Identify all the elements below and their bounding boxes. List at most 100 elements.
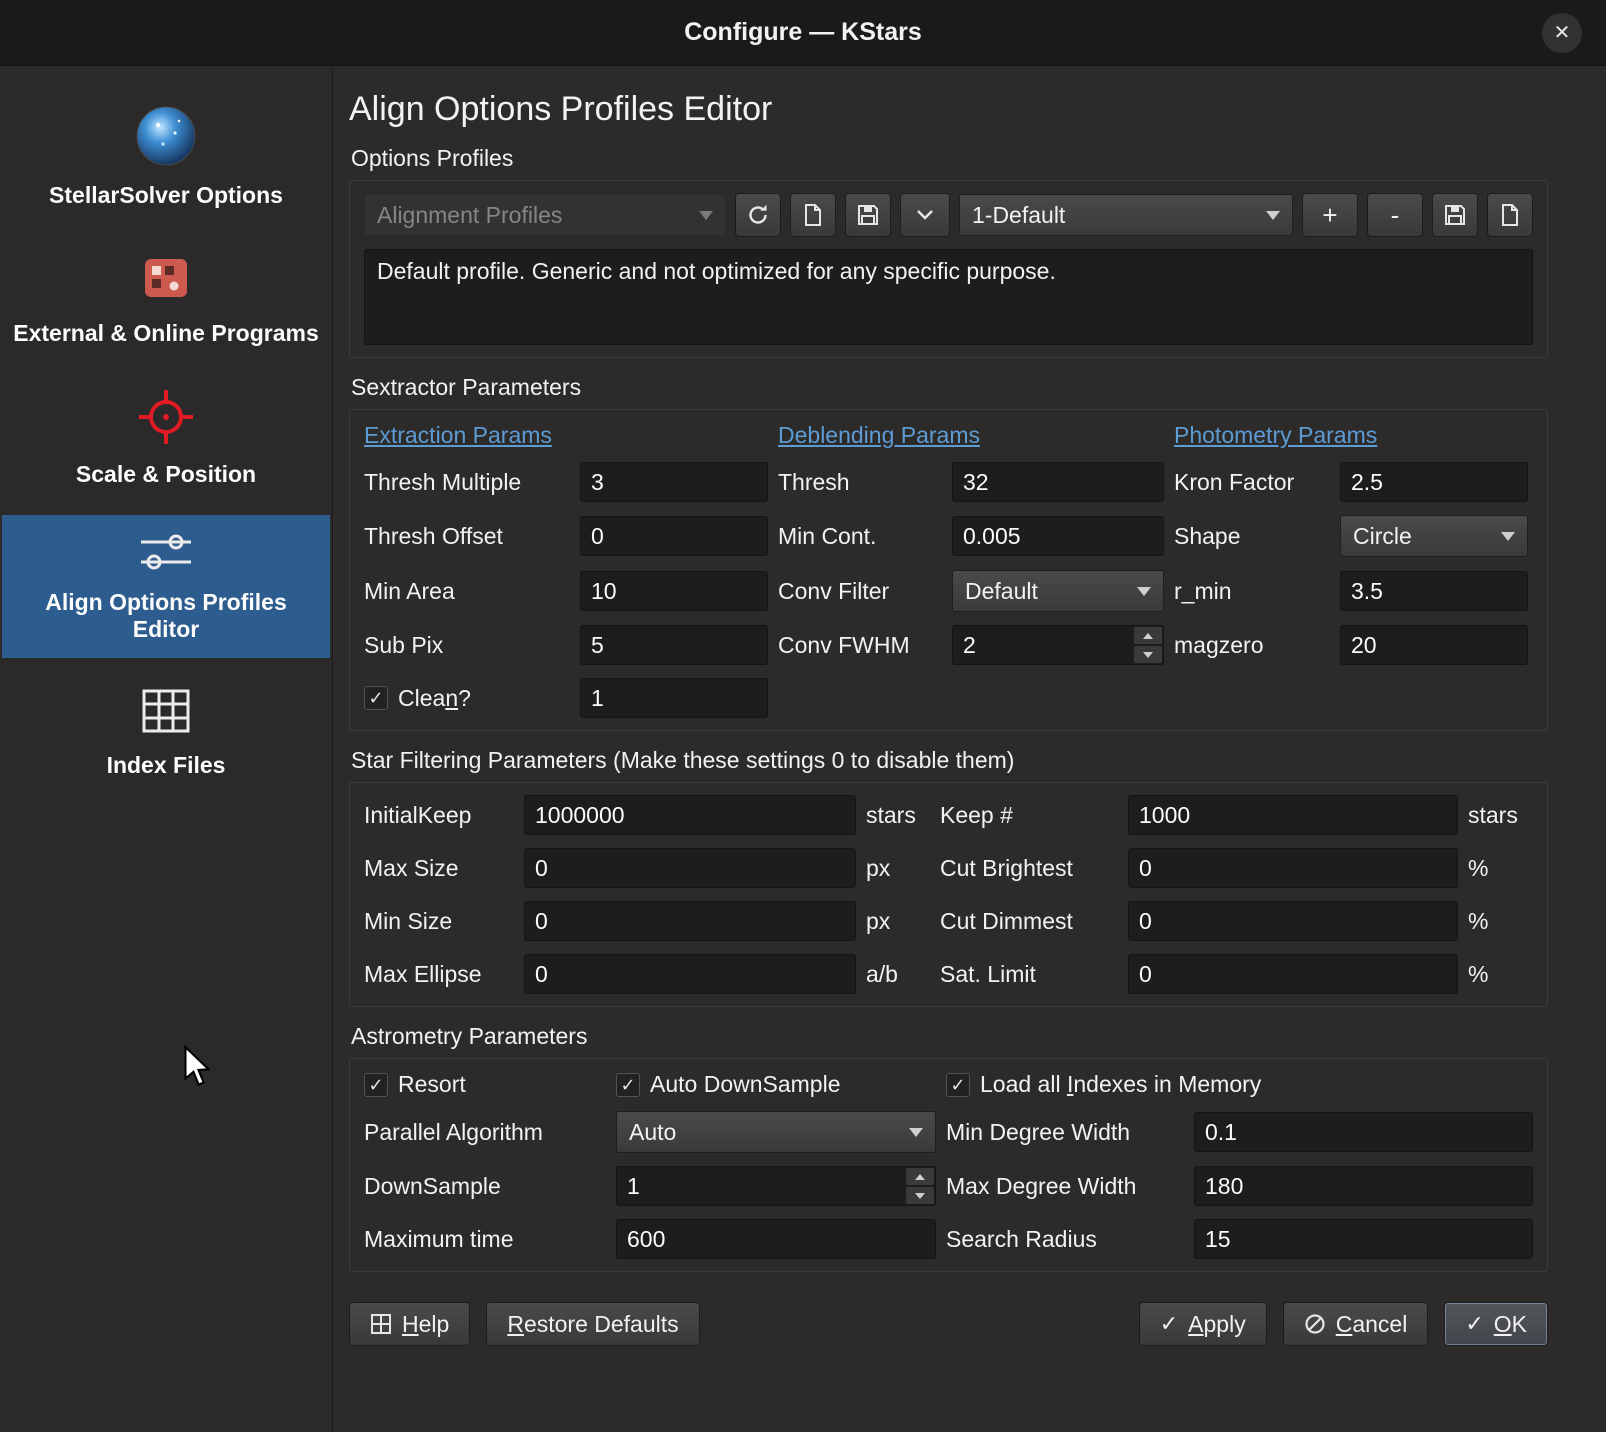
reload-profiles-button[interactable] bbox=[735, 193, 781, 237]
thresh-multiple-label: Thresh Multiple bbox=[364, 469, 570, 496]
check-icon: ✓ bbox=[620, 1076, 635, 1094]
save-icon bbox=[856, 203, 880, 227]
cut-brightest-unit: % bbox=[1468, 855, 1533, 882]
photometry-params-link[interactable]: Photometry Params bbox=[1174, 422, 1528, 449]
save-profiles-button[interactable] bbox=[845, 193, 891, 237]
close-button[interactable]: ✕ bbox=[1542, 13, 1582, 53]
sat-limit-unit: % bbox=[1468, 961, 1533, 988]
sidebar-item-stellarsolver-options[interactable]: StellarSolver Options bbox=[2, 90, 330, 224]
profile-select-combo[interactable]: 1-Default bbox=[959, 194, 1293, 236]
clean-label: Clean? bbox=[398, 685, 471, 712]
initial-keep-label: InitialKeep bbox=[364, 802, 514, 829]
spin-buttons bbox=[906, 1168, 934, 1204]
apply-button[interactable]: ✓ Apply bbox=[1139, 1302, 1267, 1346]
astrometry-grid: ✓ Resort ✓ Auto DownSample ✓ Load all In… bbox=[364, 1071, 1533, 1259]
resort-checkbox[interactable]: ✓ Resort bbox=[364, 1071, 606, 1098]
spin-down-icon[interactable] bbox=[906, 1187, 934, 1204]
sidebar: StellarSolver Options External & Online … bbox=[0, 66, 333, 1431]
grid-icon bbox=[139, 684, 193, 744]
load-all-indexes-checkbox[interactable]: ✓ Load all Indexes in Memory bbox=[946, 1071, 1533, 1098]
keep-num-input[interactable] bbox=[1128, 795, 1458, 835]
keep-num-unit: stars bbox=[1468, 802, 1533, 829]
profile-description[interactable]: Default profile. Generic and not optimiz… bbox=[364, 249, 1533, 345]
profile-toolbar: Alignment Profiles bbox=[364, 193, 1533, 237]
shape-combo[interactable]: Circle bbox=[1340, 515, 1528, 557]
spin-up-icon[interactable] bbox=[906, 1168, 934, 1185]
spin-down-icon[interactable] bbox=[1134, 646, 1162, 663]
checkbox-checked-icon: ✓ bbox=[946, 1073, 970, 1097]
search-radius-input[interactable] bbox=[1194, 1219, 1533, 1259]
sidebar-item-label: Scale & Position bbox=[76, 461, 256, 489]
min-cont-input[interactable] bbox=[952, 516, 1164, 556]
min-size-input[interactable] bbox=[524, 901, 856, 941]
conv-fwhm-spinbox[interactable] bbox=[952, 625, 1164, 665]
sat-limit-input[interactable] bbox=[1128, 954, 1458, 994]
add-profile-button[interactable]: + bbox=[1302, 193, 1358, 237]
max-degree-width-input[interactable] bbox=[1194, 1166, 1533, 1206]
spin-up-icon[interactable] bbox=[1134, 627, 1162, 644]
max-ellipse-input[interactable] bbox=[524, 954, 856, 994]
sextractor-box: Extraction Params Deblending Params Phot… bbox=[349, 409, 1548, 731]
kron-factor-input[interactable] bbox=[1340, 462, 1528, 502]
checkbox-checked-icon: ✓ bbox=[364, 686, 388, 710]
r-min-input[interactable] bbox=[1340, 571, 1528, 611]
sidebar-item-scale-position[interactable]: Scale & Position bbox=[2, 373, 330, 503]
downsample-input[interactable] bbox=[616, 1166, 936, 1206]
cut-brightest-input[interactable] bbox=[1128, 848, 1458, 888]
max-size-unit: px bbox=[866, 855, 930, 882]
astrometry-group: Astrometry Parameters ✓ Resort ✓ Auto Do… bbox=[349, 1023, 1548, 1272]
sidebar-item-align-options-profiles-editor[interactable]: Align Options Profiles Editor bbox=[2, 515, 330, 658]
sliders-icon bbox=[134, 529, 198, 581]
profile-group-combo[interactable]: Alignment Profiles bbox=[364, 194, 726, 236]
shape-label: Shape bbox=[1174, 523, 1330, 550]
max-size-input[interactable] bbox=[524, 848, 856, 888]
conv-fwhm-input[interactable] bbox=[952, 625, 1164, 665]
min-area-input[interactable] bbox=[580, 571, 768, 611]
downsample-spinbox[interactable] bbox=[616, 1166, 936, 1206]
star-filtering-group: Star Filtering Parameters (Make these se… bbox=[349, 747, 1548, 1007]
sidebar-item-label: StellarSolver Options bbox=[49, 182, 283, 210]
auto-downsample-checkbox[interactable]: ✓ Auto DownSample bbox=[616, 1071, 936, 1098]
help-button[interactable]: Help bbox=[349, 1302, 470, 1346]
check-icon: ✓ bbox=[950, 1076, 965, 1094]
maximum-time-input[interactable] bbox=[616, 1219, 936, 1259]
sidebar-item-index-files[interactable]: Index Files bbox=[2, 670, 330, 794]
initial-keep-input[interactable] bbox=[524, 795, 856, 835]
dialog-body: StellarSolver Options External & Online … bbox=[0, 66, 1606, 1431]
restore-defaults-button[interactable]: Restore Defaults bbox=[486, 1302, 699, 1346]
thresh-offset-input[interactable] bbox=[580, 516, 768, 556]
star-filtering-box: InitialKeep stars Keep # stars Max Size … bbox=[349, 782, 1548, 1007]
clean-value-input[interactable] bbox=[580, 678, 768, 718]
profiles-menu-button[interactable] bbox=[900, 193, 950, 237]
min-degree-width-input[interactable] bbox=[1194, 1112, 1533, 1152]
save-profile-button[interactable] bbox=[1432, 193, 1478, 237]
open-profiles-file-button[interactable] bbox=[790, 193, 836, 237]
thresh-input[interactable] bbox=[952, 462, 1164, 502]
conv-filter-combo[interactable]: Default bbox=[952, 570, 1164, 612]
cancel-button[interactable]: Cancel bbox=[1283, 1302, 1429, 1346]
star-filtering-title: Star Filtering Parameters (Make these se… bbox=[351, 747, 1548, 774]
max-ellipse-label: Max Ellipse bbox=[364, 961, 514, 988]
clean-checkbox[interactable]: ✓ Clean? bbox=[364, 685, 570, 712]
spin-buttons bbox=[1134, 627, 1162, 663]
extraction-params-link[interactable]: Extraction Params bbox=[364, 422, 768, 449]
parallel-algorithm-combo[interactable]: Auto bbox=[616, 1111, 936, 1153]
sidebar-item-external-online-programs[interactable]: External & Online Programs bbox=[2, 236, 330, 362]
sidebar-item-label: Index Files bbox=[107, 752, 226, 780]
plus-icon: + bbox=[1322, 200, 1337, 231]
dialog-buttons: Help Restore Defaults ✓ Apply Cancel ✓ O… bbox=[349, 1302, 1548, 1346]
thresh-multiple-input[interactable] bbox=[580, 462, 768, 502]
keep-num-label: Keep # bbox=[940, 802, 1118, 829]
ok-button[interactable]: ✓ OK bbox=[1444, 1302, 1548, 1346]
conv-filter-combo-value: Default bbox=[965, 578, 1125, 605]
export-profile-button[interactable] bbox=[1487, 193, 1533, 237]
deblending-params-link[interactable]: Deblending Params bbox=[778, 422, 1164, 449]
conv-fwhm-label: Conv FWHM bbox=[778, 632, 942, 659]
minus-icon: - bbox=[1391, 200, 1400, 231]
magzero-input[interactable] bbox=[1340, 625, 1528, 665]
remove-profile-button[interactable]: - bbox=[1367, 193, 1423, 237]
profile-group-combo-value: Alignment Profiles bbox=[377, 202, 687, 229]
sub-pix-input[interactable] bbox=[580, 625, 768, 665]
cut-dimmest-input[interactable] bbox=[1128, 901, 1458, 941]
help-label: Help bbox=[402, 1311, 449, 1338]
